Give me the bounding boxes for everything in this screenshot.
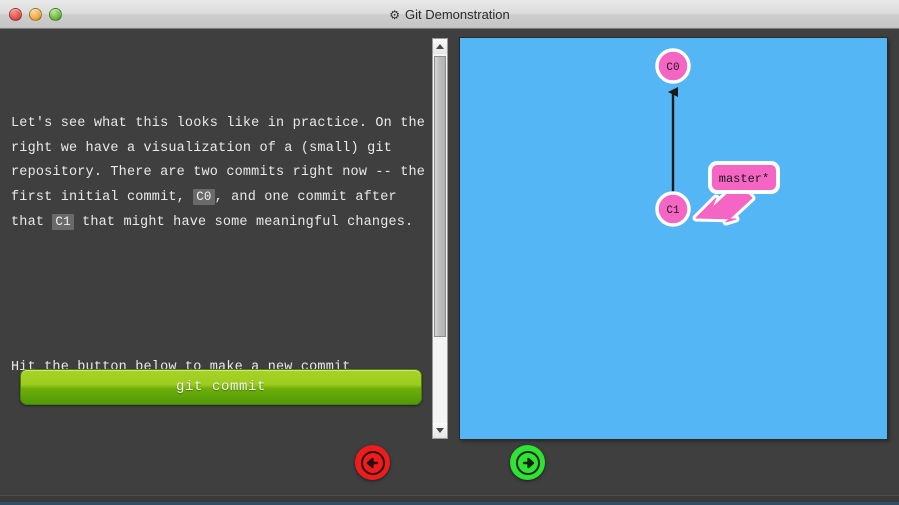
scrollbar-thumb[interactable] xyxy=(434,56,446,337)
inline-code-c1: C1 xyxy=(52,214,74,231)
lesson-panel: Let's see what this looks like in practi… xyxy=(0,29,432,439)
chevron-down-icon xyxy=(436,428,444,433)
git-demonstration-window: ⚙ Git Demonstration Let's see what this … xyxy=(0,0,899,505)
git-commit-button[interactable]: git commit xyxy=(20,369,422,405)
branch-label-text: master* xyxy=(719,172,769,186)
window-controls xyxy=(9,7,62,21)
back-button[interactable] xyxy=(355,445,390,480)
git-graph-canvas[interactable]: master* C0 C1 xyxy=(460,38,887,439)
commit-label-c1: C1 xyxy=(666,205,680,217)
scrollbar-track[interactable] xyxy=(433,54,447,423)
chevron-up-icon xyxy=(436,44,444,49)
commit-label-c0: C0 xyxy=(666,62,679,74)
forward-button[interactable] xyxy=(510,445,545,480)
arrow-left-icon xyxy=(360,450,385,475)
window-titlebar xyxy=(0,0,899,29)
minimize-window-button[interactable] xyxy=(29,7,42,21)
branch-label-master[interactable]: master* xyxy=(708,161,780,194)
scroll-up-arrow-icon[interactable] xyxy=(433,39,447,54)
lesson-scrollbar[interactable] xyxy=(432,38,448,439)
lesson-paragraph-1: Let's see what this looks like in practi… xyxy=(11,112,429,235)
scroll-down-arrow-icon[interactable] xyxy=(433,423,447,438)
close-window-button[interactable] xyxy=(9,7,22,21)
lesson-p1-part3: that might have some meaningful changes. xyxy=(73,215,414,231)
inline-code-c0: C0 xyxy=(193,189,215,206)
commit-node-c0[interactable]: C0 xyxy=(655,48,691,84)
commit-node-c1[interactable]: C1 xyxy=(655,191,691,227)
arrow-right-icon xyxy=(515,450,540,475)
maximize-window-button[interactable] xyxy=(49,7,62,21)
git-graph-svg: master* C0 C1 xyxy=(655,48,780,227)
